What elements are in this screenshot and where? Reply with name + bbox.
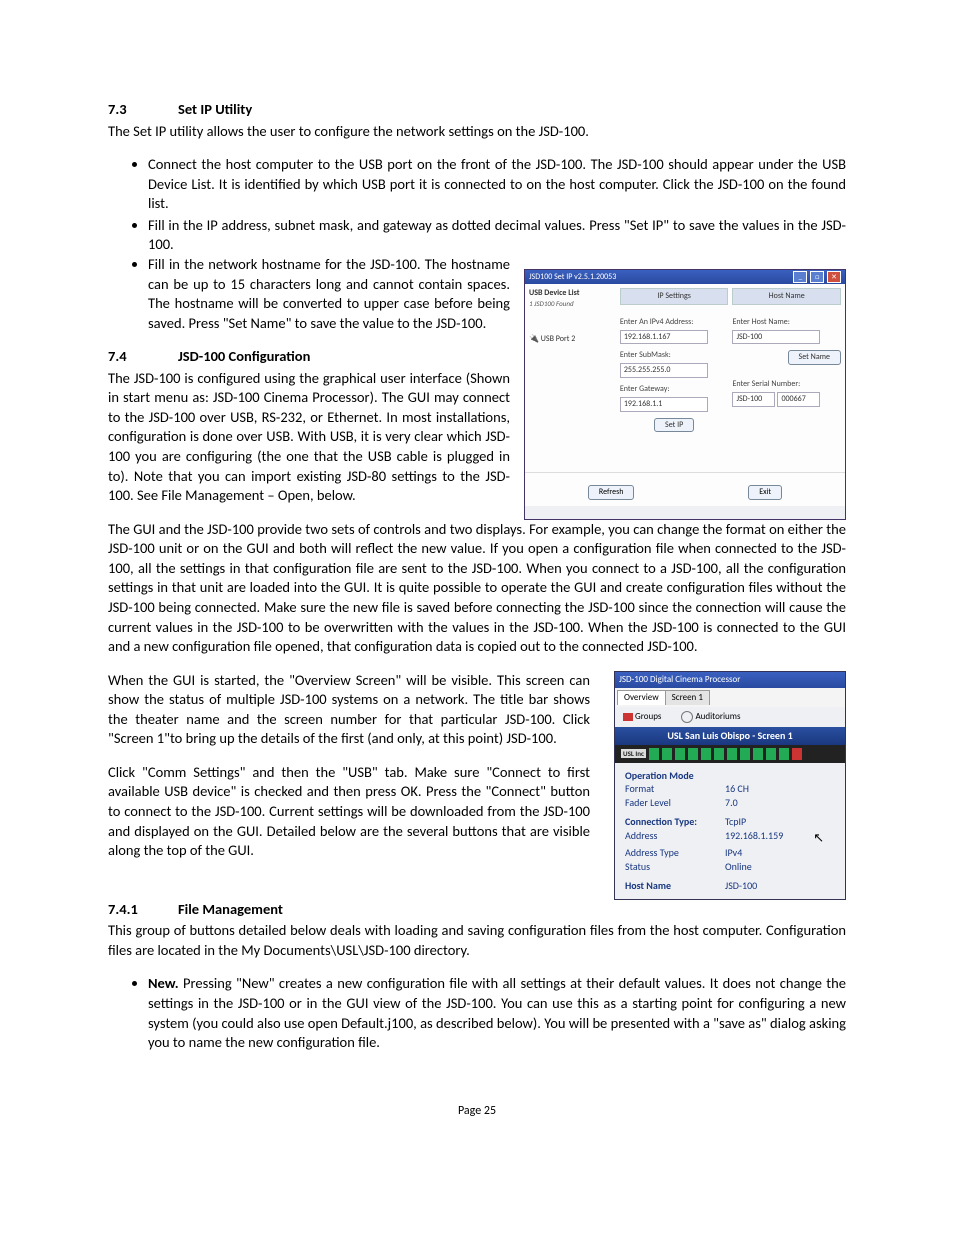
new-text: Pressing "New" creates a new configurati… bbox=[148, 974, 846, 1051]
speaker-icon bbox=[740, 748, 750, 760]
host-name-header: Host Name bbox=[732, 288, 841, 305]
maximize-icon[interactable]: □ bbox=[810, 271, 824, 283]
speaker-icon bbox=[675, 748, 685, 760]
para-7-4-2: The GUI and the JSD-100 provide two sets… bbox=[108, 520, 846, 657]
format-label: Format bbox=[625, 782, 725, 796]
hostname-label: Enter Host Name: bbox=[732, 317, 841, 328]
operation-mode-header: Operation Mode bbox=[625, 769, 835, 783]
address-label: Address bbox=[625, 829, 725, 847]
refresh-button[interactable]: Refresh bbox=[588, 485, 635, 500]
fader-value: 7.0 bbox=[725, 796, 738, 810]
figure-set-ip-window: JSD100 Set IP v2.5.1.20053 _ □ ✕ USB Dev… bbox=[524, 269, 846, 520]
ipv4-label: Enter An IPv4 Address: bbox=[620, 317, 729, 328]
para-7-4-3: When the GUI is started, the "Overview S… bbox=[108, 671, 590, 749]
status-label: Status bbox=[625, 860, 725, 874]
usl-badge: USL Inc bbox=[621, 749, 646, 758]
speaker-row: USL Inc bbox=[615, 745, 845, 763]
groups-icon bbox=[623, 713, 633, 721]
exit-button[interactable]: Exit bbox=[748, 485, 782, 500]
tab-overview[interactable]: Overview bbox=[617, 690, 666, 705]
address-type-label: Address Type bbox=[625, 846, 725, 860]
setip-title-text: JSD100 Set IP v2.5.1.20053 bbox=[529, 272, 616, 283]
page-number: Page 25 bbox=[108, 1103, 846, 1119]
speaker-icon bbox=[701, 748, 711, 760]
figure-overview-window: JSD-100 Digital Cinema Processor Overvie… bbox=[614, 671, 846, 900]
para-7-4-4: Click "Comm Settings" and then the "USB"… bbox=[108, 763, 590, 861]
ipv4-input[interactable]: 192.168.1.167 bbox=[620, 330, 708, 345]
hostname-input[interactable]: JSD-100 bbox=[732, 330, 820, 345]
speaker-icon bbox=[714, 748, 724, 760]
serial-number-input[interactable]: 000667 bbox=[777, 392, 820, 407]
gateway-input[interactable]: 192.168.1.1 bbox=[620, 397, 708, 412]
serial-label: Enter Serial Number: bbox=[732, 379, 841, 390]
intro-7-4-1: This group of buttons detailed below dea… bbox=[108, 921, 846, 960]
submask-input[interactable]: 255.255.255.0 bbox=[620, 363, 708, 378]
bullet-2: Fill in the IP address, subnet mask, and… bbox=[148, 216, 846, 255]
usb-device-list-header: USB Device List bbox=[529, 288, 616, 299]
new-item: New. Pressing "New" creates a new config… bbox=[148, 974, 846, 1052]
conn-type-value: TcpIP bbox=[725, 815, 746, 829]
set-name-button[interactable]: Set Name bbox=[788, 350, 841, 365]
close-icon[interactable]: ✕ bbox=[827, 271, 841, 283]
bullet-1: Connect the host computer to the USB por… bbox=[148, 155, 846, 214]
hostname-label: Host Name bbox=[625, 879, 725, 893]
tab-screen-1[interactable]: Screen 1 bbox=[665, 690, 710, 705]
auditoriums-icon bbox=[681, 711, 693, 723]
setip-titlebar: JSD100 Set IP v2.5.1.20053 _ □ ✕ bbox=[525, 270, 845, 284]
speaker-off-icon bbox=[792, 748, 802, 760]
heading-7-4: 7.4JSD-100 Configuration bbox=[108, 347, 510, 367]
intro-7-3: The Set IP utility allows the user to co… bbox=[108, 122, 846, 142]
heading-7-3: 7.3Set IP Utility bbox=[108, 100, 846, 120]
cursor-icon: ↖ bbox=[813, 829, 824, 847]
address-type-value: IPv4 bbox=[725, 846, 742, 860]
gateway-label: Enter Gateway: bbox=[620, 384, 729, 395]
para-7-4-1: The JSD-100 is configured using the grap… bbox=[108, 369, 510, 506]
bullet-3: Fill in the network hostname for the JSD… bbox=[148, 255, 510, 333]
fader-label: Fader Level bbox=[625, 796, 725, 810]
hostname-value: JSD-100 bbox=[725, 879, 757, 893]
usb-device-list-sub: 1 JSD100 Found bbox=[529, 299, 616, 308]
speaker-icon bbox=[662, 748, 672, 760]
groups-tool[interactable]: Groups bbox=[623, 711, 661, 723]
status-value: Online bbox=[725, 860, 752, 874]
set-ip-button[interactable]: Set IP bbox=[654, 418, 694, 433]
overview-titlebar: JSD-100 Digital Cinema Processor bbox=[615, 672, 845, 688]
speaker-icon bbox=[766, 748, 776, 760]
conn-type-label: Connection Type: bbox=[625, 815, 725, 829]
new-label: New. bbox=[148, 974, 179, 992]
speaker-icon bbox=[688, 748, 698, 760]
heading-7-4-1: 7.4.1File Management bbox=[108, 900, 846, 920]
format-value: 16 CH bbox=[725, 782, 749, 796]
bullets-7-3: Connect the host computer to the USB por… bbox=[108, 155, 846, 255]
overview-banner: USL San Luis Obispo - Screen 1 bbox=[615, 727, 845, 745]
minimize-icon[interactable]: _ bbox=[793, 271, 807, 283]
auditoriums-tool[interactable]: Auditoriums bbox=[681, 711, 740, 723]
serial-prefix-input[interactable]: JSD-100 bbox=[732, 392, 775, 407]
speaker-icon bbox=[779, 748, 789, 760]
speaker-icon bbox=[649, 748, 659, 760]
address-value: 192.168.1.159 bbox=[725, 829, 783, 847]
ip-settings-header: IP Settings bbox=[620, 288, 729, 305]
file-mgmt-list: New. Pressing "New" creates a new config… bbox=[108, 974, 846, 1052]
speaker-icon bbox=[727, 748, 737, 760]
speaker-icon bbox=[753, 748, 763, 760]
usb-port-item[interactable]: 🔌 USB Port 2 bbox=[529, 334, 616, 345]
submask-label: Enter SubMask: bbox=[620, 350, 729, 361]
